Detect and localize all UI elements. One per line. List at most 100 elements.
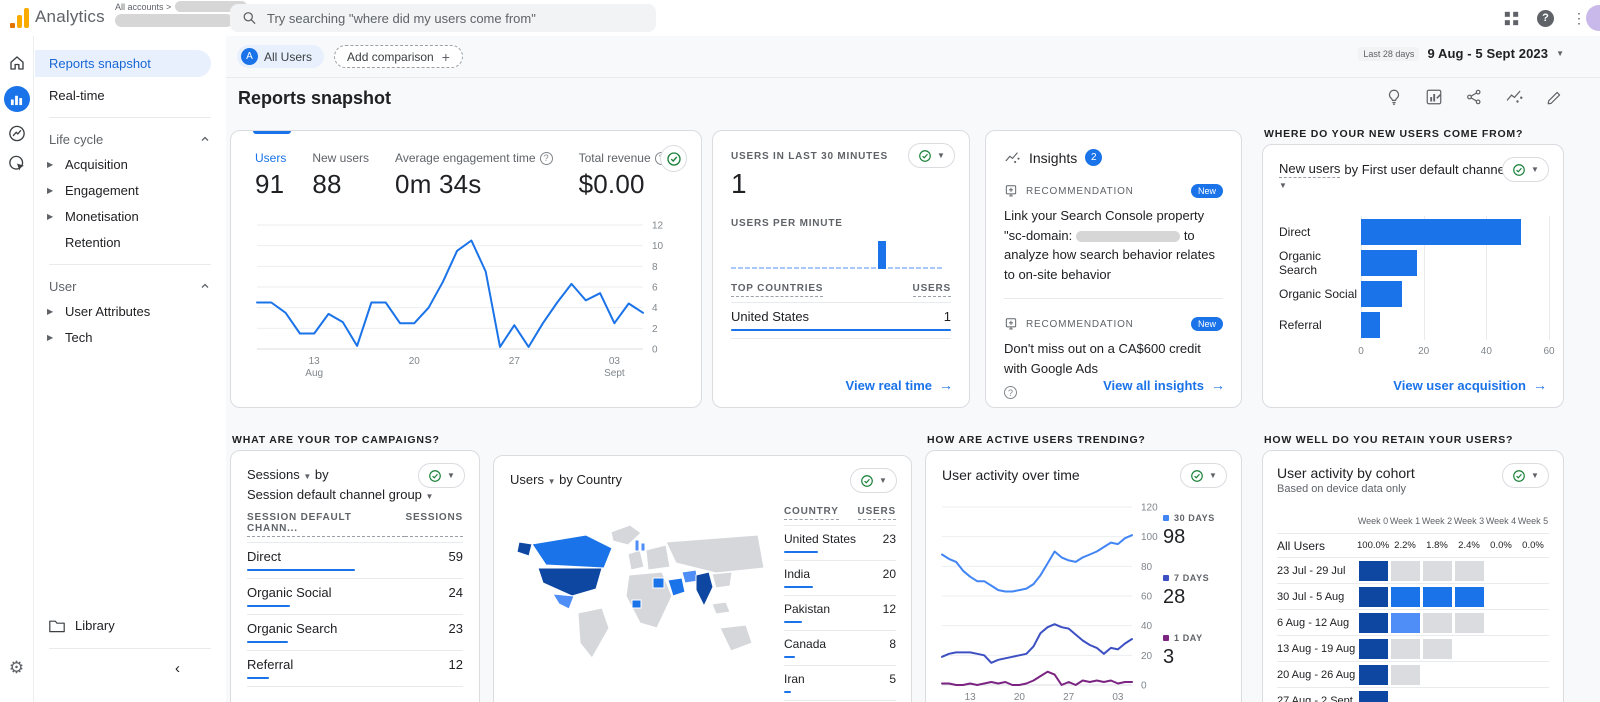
cohort-cell: [1487, 613, 1516, 633]
more-menu-icon[interactable]: ⋮: [1572, 10, 1586, 27]
data-quality-dropdown[interactable]: ▼: [850, 468, 897, 493]
cohort-cell: [1519, 691, 1548, 702]
metric-cell: 23: [448, 621, 463, 636]
expand-arrow-icon[interactable]: ▶: [47, 212, 53, 221]
cell-wrap: [1517, 587, 1549, 607]
new-badge: New: [1190, 317, 1223, 331]
view-real-time-link[interactable]: View real time →: [846, 377, 953, 393]
share-bar: [784, 551, 818, 553]
advertising-nav-icon[interactable]: [7, 154, 26, 173]
table-row: India 20: [784, 561, 896, 596]
explore-nav-icon[interactable]: [7, 124, 26, 143]
data-quality-button[interactable]: [660, 145, 687, 172]
edit-pencil-icon[interactable]: [1546, 88, 1564, 106]
analytics-logo-icon[interactable]: [10, 6, 29, 28]
section-title: WHAT ARE YOUR TOP CAMPAIGNS?: [232, 434, 440, 446]
metric-label-text: Total revenue: [578, 151, 651, 165]
metric-dimension-selector[interactable]: Users ▼ by Country: [510, 470, 895, 490]
retention-percent: 2.2%: [1394, 540, 1416, 551]
recommendation-icon: [1005, 318, 1017, 330]
table-row: Referral 12: [247, 651, 463, 687]
cohort-cell: [1390, 638, 1420, 659]
insights-lightbulb-icon[interactable]: [1385, 88, 1403, 106]
page-title: Reports snapshot: [238, 88, 392, 108]
collapse-sidebar-button[interactable]: ‹: [175, 660, 180, 677]
cohort-cell: [1487, 691, 1516, 702]
metric[interactable]: Average engagement time? 0m 34s: [395, 151, 553, 200]
sidebar-item-retention[interactable]: Retention: [35, 229, 226, 255]
reports-nav-icon[interactable]: [3, 86, 30, 112]
date-range-preset: Last 28 days: [1358, 46, 1420, 61]
segment-chip-all-users[interactable]: A All Users: [237, 45, 325, 68]
help-icon[interactable]: ?: [1537, 9, 1554, 27]
sidebar-item-tech[interactable]: ▶ Tech: [35, 324, 226, 350]
legend-value: 98: [1163, 526, 1186, 548]
view-user-acquisition-link[interactable]: View user acquisition →: [1393, 377, 1547, 393]
svg-text:0: 0: [1141, 681, 1147, 692]
help-icon[interactable]: ?: [539, 151, 553, 165]
metric[interactable]: Users 91: [255, 151, 286, 200]
sidebar-section-life-cycle[interactable]: Life cycle: [35, 127, 226, 151]
cohort-cell: [1487, 639, 1516, 659]
sidebar-section-user[interactable]: User: [35, 274, 226, 298]
arrow-right-icon: →: [939, 377, 953, 393]
minute-empty: [888, 267, 893, 269]
sidebar-item-acquisition[interactable]: ▶ Acquisition: [35, 151, 226, 177]
cohort-cell: [1390, 560, 1420, 581]
row-label: 20 Aug - 26 Aug: [1277, 668, 1356, 681]
expand-arrow-icon[interactable]: ▶: [47, 186, 53, 195]
data-quality-dropdown[interactable]: ▼: [1180, 463, 1227, 488]
cohort-cell: [1390, 586, 1420, 607]
expand-arrow-icon[interactable]: ▶: [47, 333, 53, 342]
apps-grid-icon[interactable]: [1504, 11, 1519, 26]
recommendation-text[interactable]: Don't miss out on a CA$600 credit with G…: [1004, 339, 1223, 378]
bar-row: Organic Social: [1279, 278, 1547, 309]
insights-sparkline-icon[interactable]: [1505, 88, 1524, 106]
minute-empty: [829, 267, 834, 269]
expand-arrow-icon[interactable]: ▶: [47, 307, 53, 316]
cell-wrap: [1453, 560, 1485, 581]
share-icon[interactable]: [1465, 88, 1483, 106]
account-switcher[interactable]: All accounts > ▼: [115, 1, 248, 27]
svg-text:80: 80: [1141, 562, 1153, 573]
campaigns-card: Sessions ▼ by Session default channel gr…: [230, 450, 480, 702]
data-quality-dropdown[interactable]: ▼: [418, 463, 465, 488]
insights-count-badge: 2: [1085, 149, 1103, 166]
admin-gear-icon[interactable]: ⚙: [9, 658, 24, 678]
expand-arrow-icon[interactable]: ▶: [47, 160, 53, 169]
avatar[interactable]: [1586, 5, 1600, 31]
view-all-insights-link[interactable]: View all insights →: [1103, 377, 1225, 393]
sidebar-item-engagement[interactable]: ▶ Engagement: [35, 177, 226, 203]
minute-empty: [916, 267, 921, 269]
sidebar-item-realtime[interactable]: Real-time: [35, 82, 226, 108]
divider: [49, 648, 211, 649]
week-header: Week 5: [1517, 516, 1549, 526]
cell-wrap: [1421, 560, 1453, 581]
data-quality-dropdown[interactable]: ▼: [908, 143, 955, 168]
customize-report-icon[interactable]: [1425, 88, 1443, 106]
search-input[interactable]: [267, 10, 644, 26]
sidebar-item-monetisation[interactable]: ▶ Monetisation: [35, 203, 226, 229]
share-bar: [784, 621, 802, 623]
sidebar: Reports snapshot Real-time Life cycle ▶ …: [35, 36, 226, 702]
help-icon[interactable]: ?: [1004, 386, 1017, 399]
sidebar-item-library[interactable]: Library: [35, 618, 115, 633]
sidebar-item-user-attributes[interactable]: ▶ User Attributes: [35, 298, 226, 324]
metric[interactable]: New users 88: [312, 151, 369, 200]
sidebar-item-reports-snapshot[interactable]: Reports snapshot: [35, 50, 211, 77]
date-range-picker[interactable]: Last 28 days 9 Aug - 5 Sept 2023 ▼: [1358, 46, 1564, 61]
legend-label: 1 DAY: [1163, 633, 1227, 643]
metric[interactable]: Total revenue? $0.00: [579, 151, 668, 200]
metric-label: Users: [255, 151, 286, 165]
add-comparison-button[interactable]: Add comparison +: [334, 45, 463, 68]
data-quality-dropdown[interactable]: ▼: [1502, 157, 1549, 182]
recommendation-text[interactable]: Link your Search Console property "sc-do…: [1004, 206, 1223, 284]
dimension-label: Pakistan: [784, 602, 831, 616]
data-quality-dropdown[interactable]: ▼: [1502, 463, 1549, 488]
world-map: [516, 524, 765, 659]
search-bar[interactable]: [230, 4, 656, 32]
home-icon[interactable]: [8, 54, 26, 72]
column-header: COUNTRY: [784, 506, 839, 520]
new-badge: New: [1190, 184, 1223, 198]
recommendation-icon: [1005, 185, 1017, 197]
